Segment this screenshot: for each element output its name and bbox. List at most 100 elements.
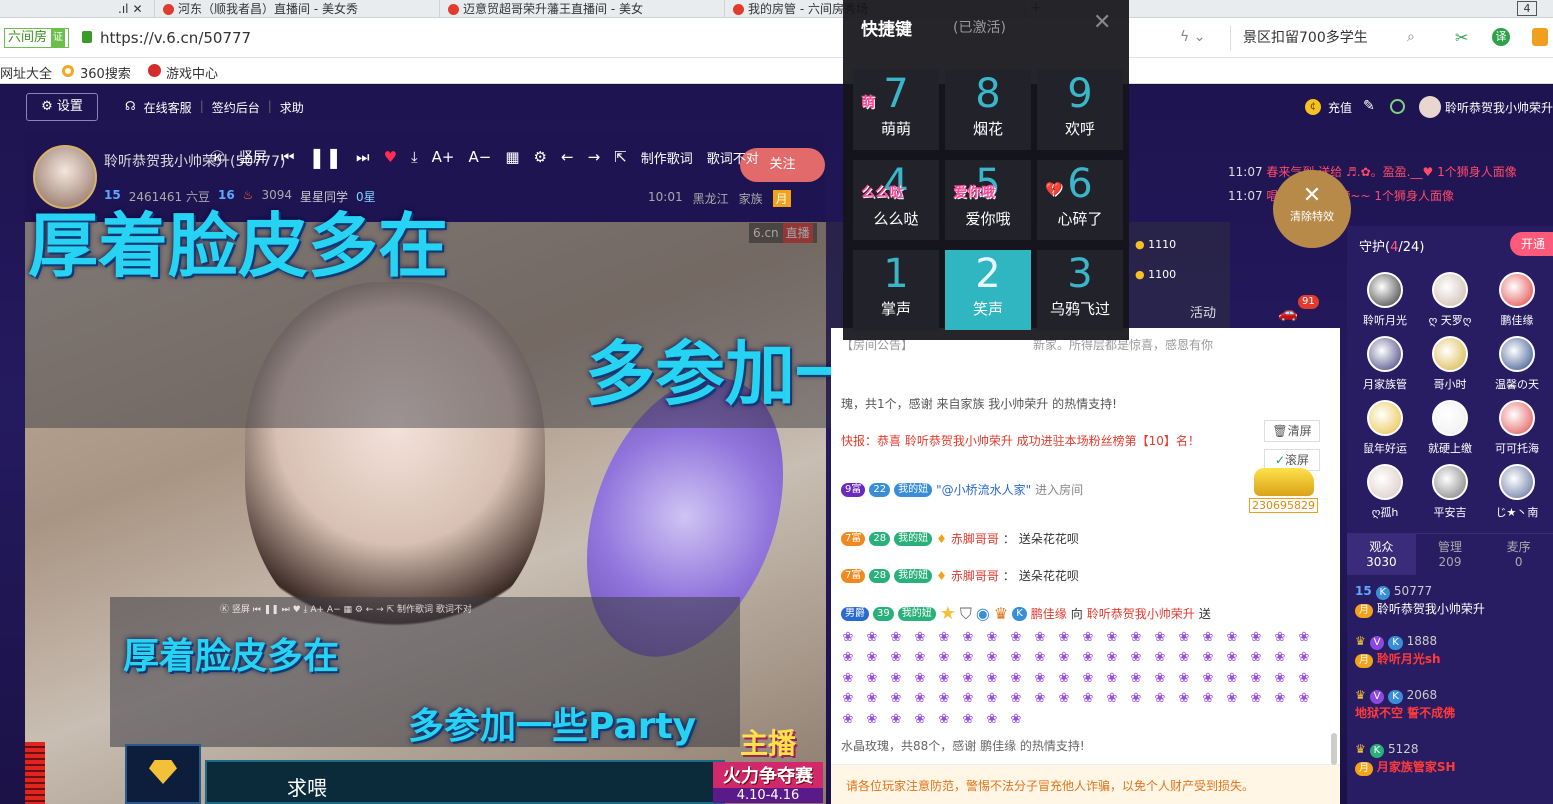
make-lyrics-button[interactable]: 制作歌词 (641, 148, 693, 167)
viewer-row[interactable]: ♛ V K 1888 月 聆听月光sh (1355, 634, 1441, 668)
promo-badge[interactable]: 主播 火力争夺赛 4.10-4.16 (713, 722, 823, 804)
crystal-rose-icon: ❀ (842, 691, 854, 707)
site-verified-badge[interactable]: 六间房证 (4, 28, 70, 48)
avatar (1432, 464, 1468, 500)
vertical-screen-button[interactable]: 竖屏 (239, 147, 267, 167)
bookmark-games[interactable]: 游戏中心 (166, 63, 218, 82)
viewer-row[interactable]: ♛ K 5128 月 月家族管家SH (1355, 742, 1456, 776)
shortcut-key-9[interactable]: 9 欢呼 (1037, 70, 1123, 150)
edit-icon[interactable]: ✎ (1363, 98, 1375, 114)
tab-activity[interactable]: 活动 (1190, 302, 1216, 321)
guard-member[interactable]: 哥小时 (1420, 336, 1480, 392)
crystal-rose-icon: ❀ (1226, 691, 1238, 707)
recharge-link[interactable]: 充值 (1328, 99, 1352, 116)
clear-effects-button[interactable]: ✕ 清除特效 (1273, 170, 1351, 248)
guard-member[interactable]: 聆听月光 (1355, 272, 1415, 328)
user-name[interactable]: 聆听恭贺我小帅荣升 (1445, 99, 1553, 116)
user-name[interactable]: 鹏佳缘 (1031, 605, 1067, 622)
sign-link[interactable]: 签约后台 (212, 99, 260, 116)
heart-icon[interactable]: ♥ (384, 148, 397, 166)
user-name[interactable]: 赤脚哥哥 (951, 567, 999, 584)
shortcut-key-number: 9 (1067, 71, 1093, 117)
bookmark-360[interactable]: 360搜索 (80, 63, 131, 82)
tab-mic-queue[interactable]: 麦序 0 (1484, 534, 1553, 575)
crystal-rose-icon: ❀ (1178, 650, 1190, 666)
shortcut-key-4[interactable]: 4 么么哒 么么哒 (853, 160, 939, 240)
crystal-rose-icon: ❀ (1082, 691, 1094, 707)
grid-icon[interactable]: ▦ (505, 148, 519, 166)
guard-member[interactable]: 温馨の天 (1487, 336, 1547, 392)
guard-member[interactable]: 月家族管 (1355, 336, 1415, 392)
url-field[interactable]: https://v.6.cn/50777 (100, 29, 251, 47)
shortcut-key-3[interactable]: 3 乌鸦飞过 (1037, 250, 1123, 330)
prev-icon[interactable]: ⏮ (281, 148, 295, 166)
viewer-row[interactable]: 15 K 50777 月 聆听恭贺我小帅荣升 (1355, 584, 1485, 618)
browser-tab-1[interactable]: 河东（顺我者昌）直播间 - 美女秀 (155, 0, 440, 18)
shortcut-key-6[interactable]: 6 心碎了 💔 (1037, 160, 1123, 240)
check-icon[interactable] (1390, 99, 1405, 114)
avatar[interactable] (1419, 96, 1441, 118)
guard-member[interactable]: 鼠年好运 (1355, 400, 1415, 456)
arrow-right-icon[interactable]: → (588, 148, 601, 166)
close-icon[interactable]: ✕ (1093, 10, 1111, 35)
tab-admins[interactable]: 管理 209 (1416, 534, 1485, 575)
lyrics-wrong-button[interactable]: 歌词不对 (707, 148, 759, 167)
lock-icon (82, 31, 92, 43)
chat-scrollbar[interactable] (1331, 733, 1337, 765)
crystal-rose-icon: ❀ (890, 691, 902, 707)
clear-screen-button[interactable]: 🗑清屏 (1264, 420, 1320, 442)
search-icon[interactable]: ⌕ (1407, 29, 1415, 45)
chat-message-row: 7富 28 我的妞 ♦ 赤脚哥哥 ：送朵花花呗 (841, 567, 1079, 584)
shortcut-key-7[interactable]: 7 萌萌萌 (853, 70, 939, 150)
viewer-name: 聆听月光sh (1376, 652, 1441, 666)
user-name[interactable]: "@小桥流水人家" (936, 481, 1031, 498)
font-smaller-icon[interactable]: A− (469, 148, 492, 166)
download-icon[interactable]: ⤓ (411, 148, 418, 166)
close-icon[interactable]: ✕ (132, 1, 142, 17)
shortcut-key-8[interactable]: 8 烟花 (945, 70, 1031, 150)
arrow-left-icon[interactable]: ← (561, 148, 574, 166)
tab-count: 209 (1438, 555, 1462, 569)
shortcut-key-1[interactable]: 1 掌声 (853, 250, 939, 330)
guard-member[interactable]: 可可托海 (1487, 400, 1547, 456)
guard-member[interactable]: 就硬上缴 (1420, 400, 1480, 456)
share-icon[interactable]: ⇱ (614, 148, 627, 166)
bookmark-sites[interactable]: 网址大全 (0, 63, 52, 82)
crystal-rose-icon: ❀ (1250, 670, 1262, 686)
karaoke-icon[interactable]: Ⓚ (210, 147, 225, 168)
guard-member[interactable]: ღ孤h (1355, 464, 1415, 520)
shield-icon[interactable] (1532, 28, 1548, 46)
settings-button[interactable]: ⚙ 设置 (26, 93, 98, 121)
target-name[interactable]: 聆听恭贺我小帅荣升 (1087, 605, 1195, 622)
flash-news: 快报：恭喜 聆听恭贺我小帅荣升 成功进驻本场粉丝榜第【10】名！ (841, 434, 1200, 448)
guard-member[interactable]: 鹏佳缘 (1487, 272, 1547, 328)
pause-icon[interactable]: ❚❚ (309, 145, 343, 169)
tab-count-badge[interactable]: 4 (1517, 1, 1537, 16)
browser-tab-2[interactable]: 迈意贸超哥荣升藩王直播间 - 美女 (440, 0, 725, 18)
user-name[interactable]: 赤脚哥哥 (951, 530, 999, 547)
browser-tab-partial[interactable]: .ıl ✕ (110, 0, 155, 18)
shortcut-key-2[interactable]: 2 笑声 (945, 250, 1031, 330)
guard-member[interactable]: 平安吉 (1420, 464, 1480, 520)
viewer-row[interactable]: ♛ V K 2068 地狱不空 誓不成佛 (1355, 688, 1455, 721)
avatar (1432, 336, 1468, 372)
crystal-rose-icon: ❀ (914, 630, 926, 645)
open-guard-button[interactable]: 开通 (1510, 232, 1553, 256)
next-icon[interactable]: ⏭ (356, 148, 370, 166)
gear-icon[interactable]: ⚙ (534, 148, 547, 166)
search-input[interactable]: 景区扣留700多学生 (1230, 26, 1430, 50)
crystal-rose-icon: ❀ (1202, 691, 1214, 707)
scissors-icon[interactable]: ✂ (1455, 28, 1468, 47)
help-link[interactable]: 求助 (280, 99, 304, 116)
shortcut-key-5[interactable]: 5 爱你哦 爱你哦 (945, 160, 1031, 240)
car-icon[interactable]: 🚗 (1278, 303, 1298, 322)
service-link[interactable]: 在线客服 (144, 99, 192, 116)
font-bigger-icon[interactable]: A+ (432, 148, 455, 166)
lightning-icon[interactable]: ϟ ⌄ (1180, 29, 1205, 45)
bottom-banner (205, 760, 725, 804)
translate-icon[interactable]: 译 (1492, 28, 1510, 46)
crystal-rose-icon: ❀ (1010, 711, 1022, 727)
guard-member[interactable]: ღ 天罗ღ (1420, 272, 1480, 328)
guard-member[interactable]: じ★丶南 (1487, 464, 1547, 520)
tab-audience[interactable]: 观众 3030 (1347, 534, 1416, 575)
